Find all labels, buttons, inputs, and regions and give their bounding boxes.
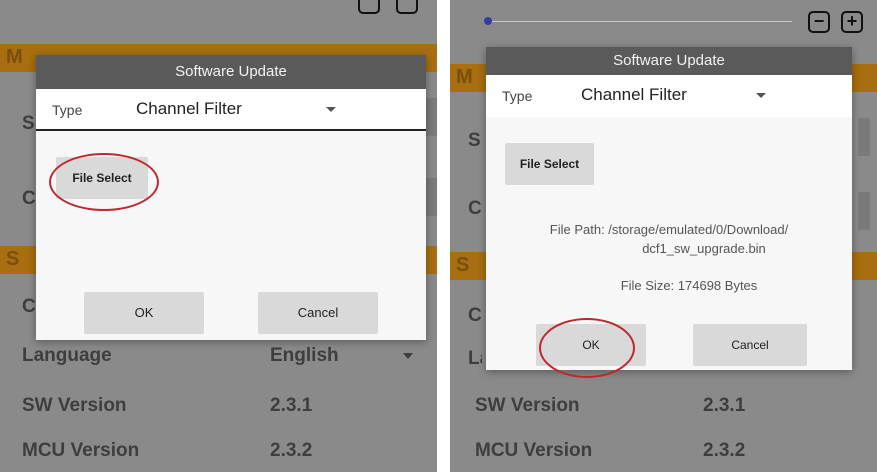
dialog-title: Software Update bbox=[36, 55, 426, 89]
chevron-down-icon bbox=[403, 353, 413, 359]
bg-field-edge bbox=[858, 118, 870, 156]
zoom-in-button[interactable]: + bbox=[841, 11, 863, 33]
bg-field-edge bbox=[425, 98, 437, 136]
cancel-button[interactable]: Cancel bbox=[693, 324, 807, 366]
file-path-line2: dcf1_sw_upgrade.bin bbox=[642, 241, 766, 256]
sw-version-label: SW Version bbox=[22, 395, 127, 416]
bg-row-letter: C bbox=[468, 305, 482, 326]
type-label: Type bbox=[52, 102, 83, 118]
type-selector[interactable]: Type Channel Filter bbox=[36, 89, 426, 131]
ok-button[interactable]: OK bbox=[84, 292, 204, 334]
sw-version-value: 2.3.1 bbox=[703, 395, 746, 416]
mcu-version-label: MCU Version bbox=[22, 440, 140, 461]
zoom-out-button-partial[interactable] bbox=[358, 0, 380, 14]
file-path-line1: File Path: /storage/emulated/0/Download/ bbox=[549, 222, 789, 237]
language-label: Language bbox=[22, 345, 112, 366]
mcu-version-value: 2.3.2 bbox=[703, 440, 746, 461]
mcu-version-label: MCU Version bbox=[475, 440, 593, 461]
language-value: English bbox=[270, 345, 339, 366]
zoom-out-button[interactable]: − bbox=[808, 11, 830, 33]
left-screenshot: M S C S C Language English SW Version 2.… bbox=[0, 0, 437, 472]
bg-row-letter: Language bbox=[468, 348, 482, 369]
dropdown-arrow-icon bbox=[326, 107, 336, 112]
sw-version-value: 2.3.1 bbox=[270, 395, 313, 416]
highlight-circle bbox=[539, 318, 635, 378]
bg-row-letter: S bbox=[468, 130, 481, 151]
dropdown-arrow-icon bbox=[756, 93, 766, 98]
sw-version-label: SW Version bbox=[475, 395, 580, 416]
bg-row-letter: C bbox=[468, 198, 482, 219]
cancel-button[interactable]: Cancel bbox=[258, 292, 378, 334]
slider-track[interactable] bbox=[492, 21, 792, 22]
zoom-in-button-partial[interactable] bbox=[396, 0, 418, 14]
file-size: File Size: 174698 Bytes bbox=[620, 278, 758, 293]
type-label: Type bbox=[502, 88, 533, 104]
type-selector[interactable]: Type Channel Filter bbox=[486, 75, 852, 117]
bg-field-edge bbox=[858, 192, 870, 230]
slider-handle[interactable] bbox=[484, 17, 492, 25]
bg-row-letter: S bbox=[22, 113, 35, 134]
type-value: Channel Filter bbox=[581, 85, 687, 104]
dialog-title: Software Update bbox=[486, 47, 852, 75]
right-screenshot: − + M S C S C Language SW Version 2.3.1 … bbox=[450, 0, 877, 472]
bg-field-edge bbox=[425, 178, 437, 216]
highlight-circle bbox=[49, 153, 159, 211]
bg-row-letter: C bbox=[22, 296, 36, 317]
type-value: Channel Filter bbox=[136, 99, 242, 118]
software-update-dialog: Software Update Type Channel Filter File… bbox=[486, 47, 852, 370]
file-select-button[interactable]: File Select bbox=[505, 143, 594, 185]
mcu-version-value: 2.3.2 bbox=[270, 440, 313, 461]
bg-row-letter: C bbox=[22, 188, 36, 209]
